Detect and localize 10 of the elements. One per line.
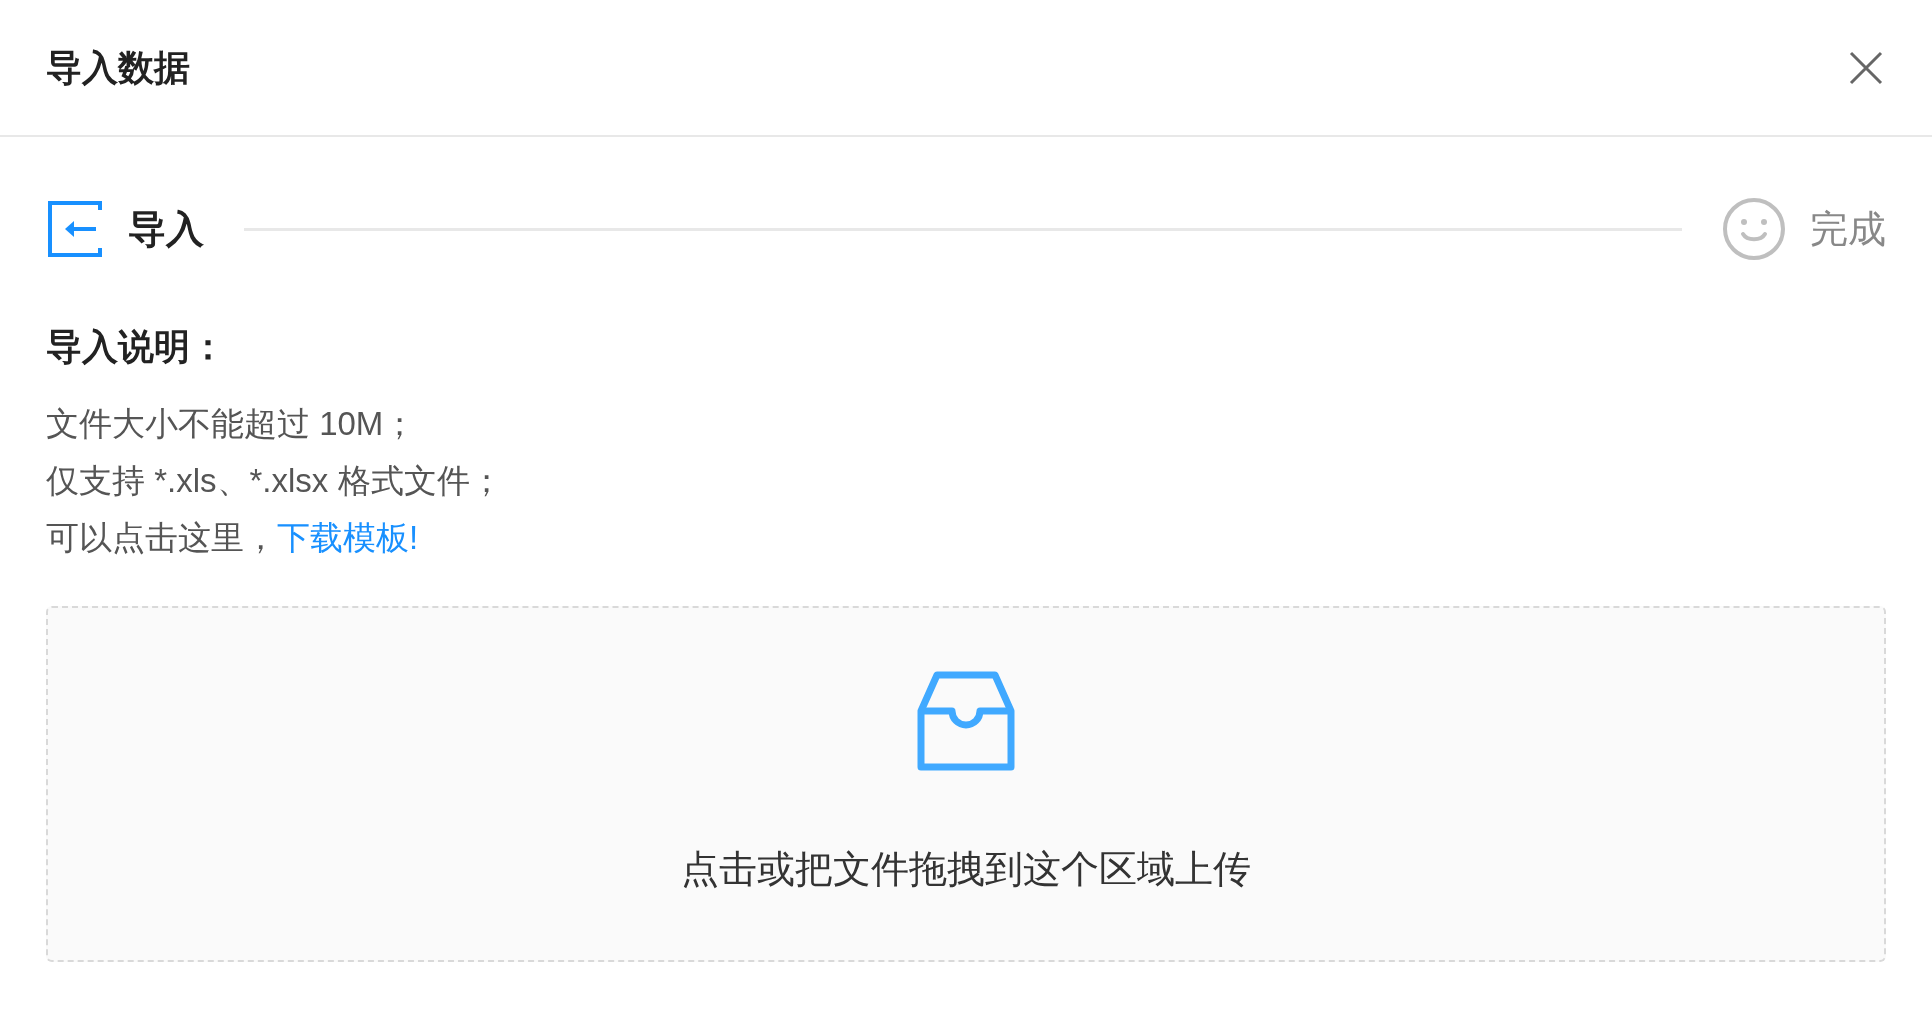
upload-dropzone[interactable]: 点击或把文件拖拽到这个区域上传: [46, 606, 1886, 962]
upload-hint: 点击或把文件拖拽到这个区域上传: [681, 846, 1251, 892]
instruction-text: 可以点击这里，: [46, 517, 277, 558]
instruction-text: 仅支持 *.xls、*.xlsx 格式文件；: [46, 460, 503, 501]
instruction-text: 文件大小不能超过 10M；: [46, 403, 417, 444]
instructions-heading: 导入说明：: [46, 325, 227, 369]
step-label: 导入: [128, 206, 204, 252]
dialog-title: 导入数据: [46, 45, 190, 90]
step-label: 完成: [1810, 206, 1886, 252]
inbox-icon: [917, 670, 1015, 771]
